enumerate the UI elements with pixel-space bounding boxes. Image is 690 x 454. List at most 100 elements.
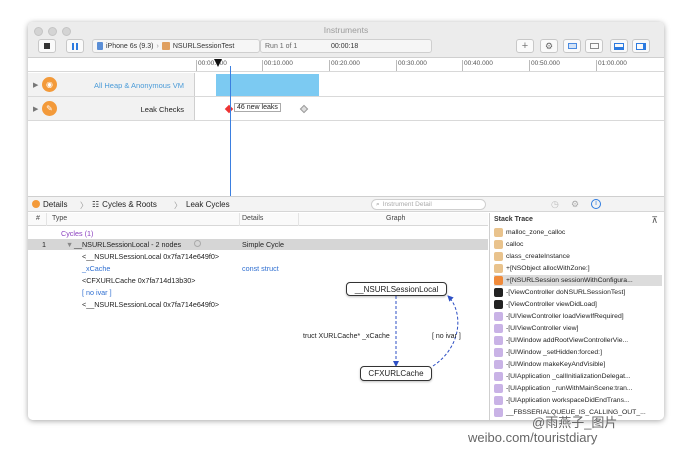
chevron-right-icon: 〉 [174,201,182,210]
gear-icon: ⚙ [544,40,554,51]
frame-label: +[NSObject allocWithZone:] [506,265,590,272]
frame-label: -[UIWindow addRootViewControllerVie... [506,337,629,344]
graph-node-top[interactable]: __NSURLSessionLocal [346,282,447,296]
detail-pane-toggle[interactable] [610,39,628,53]
list-icon [567,43,577,49]
breadcrumb-details[interactable]: Details [32,200,67,209]
leak-flag[interactable]: 46 new leaks [234,103,281,112]
frame-library-icon [494,312,503,321]
panel-bottom-icon [614,42,624,50]
graph-edge-label-left: truct XURLCache* _xCache [303,333,390,340]
frame-label: class_createInstance [506,253,570,260]
frame-library-icon [494,300,503,309]
track-header: ▶ ✎ Leak Checks [28,97,195,120]
disclosure-triangle-icon[interactable]: ▶ [33,81,38,89]
library-button[interactable]: ⚙ [540,39,558,53]
stack-frame[interactable]: -[UIWindow _setHidden:forced:] [494,347,662,358]
collapse-icon[interactable]: ⊼ [651,215,658,226]
target-selector[interactable]: iPhone 6s (9.3) › NSURLSessionTest [92,39,260,53]
ruler-tick: 00:40.000 [462,60,493,71]
stack-frame[interactable]: -[UIWindow makeKeyAndVisible] [494,359,662,370]
track-leaks[interactable]: ▶ ✎ Leak Checks 46 new leaks [28,97,664,121]
watermark-url: weibo.com/touristdiary [468,430,598,445]
frame-label: -[UIWindow _setHidden:forced:] [506,349,602,356]
title-bar: Instruments iPhone 6s (9.3) › NSURLSessi… [28,22,664,58]
stack-frame[interactable]: -[UIApplication workspaceDidEndTrans... [494,395,662,406]
stack-frame[interactable]: malloc_zone_calloc [494,227,662,238]
breadcrumb-cycles-roots[interactable]: ☷ Cycles & Roots [92,200,157,209]
column-details[interactable]: Details [242,215,263,222]
frame-library-icon [494,396,503,405]
detail-column-headers: # Type Details Graph [28,213,488,226]
device-target: iPhone 6s (9.3) [106,42,154,50]
app-target: NSURLSessionTest [172,42,235,50]
leak-marker-icon[interactable] [224,104,234,114]
grid-icon [589,43,599,49]
gear-icon[interactable]: ⚙ [571,199,579,210]
frame-library-icon [494,360,503,369]
chevron-right-icon: 〉 [80,201,88,210]
app-icon [161,42,170,50]
frame-label: -[UIApplication _callInitializationDeleg… [506,373,631,380]
playhead-line [230,66,231,196]
ruler-tick: 00:20.000 [329,60,360,71]
stack-trace-panel: Stack Trace ⊼ malloc_zone_calloc calloc cl… [489,213,664,420]
track-allocations[interactable]: ▶ ◉ All Heap & Anonymous VM [28,73,664,97]
allocations-graph [216,74,319,96]
stack-frame[interactable]: -[ViewController viewDidLoad] [494,299,662,310]
cycles-detail: Cycles (1) 1 ▼ __NSURLSessionLocal - 2 n… [28,226,488,420]
frame-label: -[ViewController viewDidLoad] [506,301,597,308]
stack-frame[interactable]: -[UIApplication _callInitializationDeleg… [494,371,662,382]
stack-frame[interactable]: +[NSURLSession sessionWithConfigura... [494,275,662,286]
stack-frame[interactable]: +[NSObject allocWithZone:] [494,263,662,274]
frame-library-icon [494,228,503,237]
history-icon[interactable]: ◷ [551,199,559,210]
stack-frame[interactable]: -[UIViewController loadViewIfRequired] [494,311,662,322]
breadcrumb-leak-cycles[interactable]: Leak Cycles [186,200,230,209]
frame-library-icon [494,240,503,249]
disclosure-triangle-icon[interactable]: ▶ [33,105,38,113]
graph-edge-label-right: [ no ivar ] [432,333,461,340]
stack-frame[interactable]: class_createInstance [494,251,662,262]
graph-node-bottom[interactable]: CFXURLCache [360,366,432,381]
view-toggle-1[interactable] [563,39,581,53]
frame-label: -[ViewController doNSURLSessionTest] [506,289,626,296]
frame-label: malloc_zone_calloc [506,229,566,236]
search-icon: ⌕ [376,200,380,208]
ruler-tick: 00:50.000 [529,60,560,71]
stack-frame[interactable]: -[UIViewController view] [494,323,662,334]
chevron-right-icon: › [156,42,159,50]
pause-button[interactable] [66,39,84,53]
column-graph[interactable]: Graph [386,215,405,222]
stack-frame[interactable]: -[UIWindow addRootViewControllerVie... [494,335,662,346]
track-name: All Heap & Anonymous VM [93,81,184,90]
ruler-tick: 00:00.000 [196,60,227,71]
run-status: Run 1 of 1 00:00:18 [260,39,432,53]
detail-search-field[interactable]: ⌕ Instrument Detail [371,199,486,210]
stop-button[interactable] [38,39,56,53]
stack-frame[interactable]: -[ViewController doNSURLSessionTest] [494,287,662,298]
column-num[interactable]: # [36,215,40,222]
add-instrument-button[interactable]: + [516,39,534,53]
plus-icon: + [521,40,529,52]
column-type[interactable]: Type [52,215,67,222]
frame-library-icon [494,372,503,381]
frame-label: -[UIViewController loadViewIfRequired] [506,313,624,320]
frame-library-icon [494,276,503,285]
info-icon[interactable]: i [591,199,601,209]
inspector-pane-toggle[interactable] [632,39,650,53]
timeline-ruler[interactable]: 00:00.000 00:10.000 00:20.000 00:30.000 … [28,58,664,72]
ruler-tick: 00:30.000 [396,60,427,71]
playhead-icon[interactable] [214,59,222,67]
stack-frame[interactable]: calloc [494,239,662,250]
frame-label: +[NSURLSession sessionWithConfigura... [506,277,633,284]
track-name: Leak Checks [140,105,184,114]
view-toggle-2[interactable] [585,39,603,53]
frame-label: calloc [506,241,524,248]
track-header: ▶ ◉ All Heap & Anonymous VM [28,73,195,96]
stack-frame[interactable]: -[UIApplication _runWithMainScene:tran..… [494,383,662,394]
next-leak-icon[interactable] [299,104,309,114]
graph-edge-no-ivar [432,295,459,367]
search-placeholder: Instrument Detail [382,201,432,208]
pause-icon [72,42,78,50]
